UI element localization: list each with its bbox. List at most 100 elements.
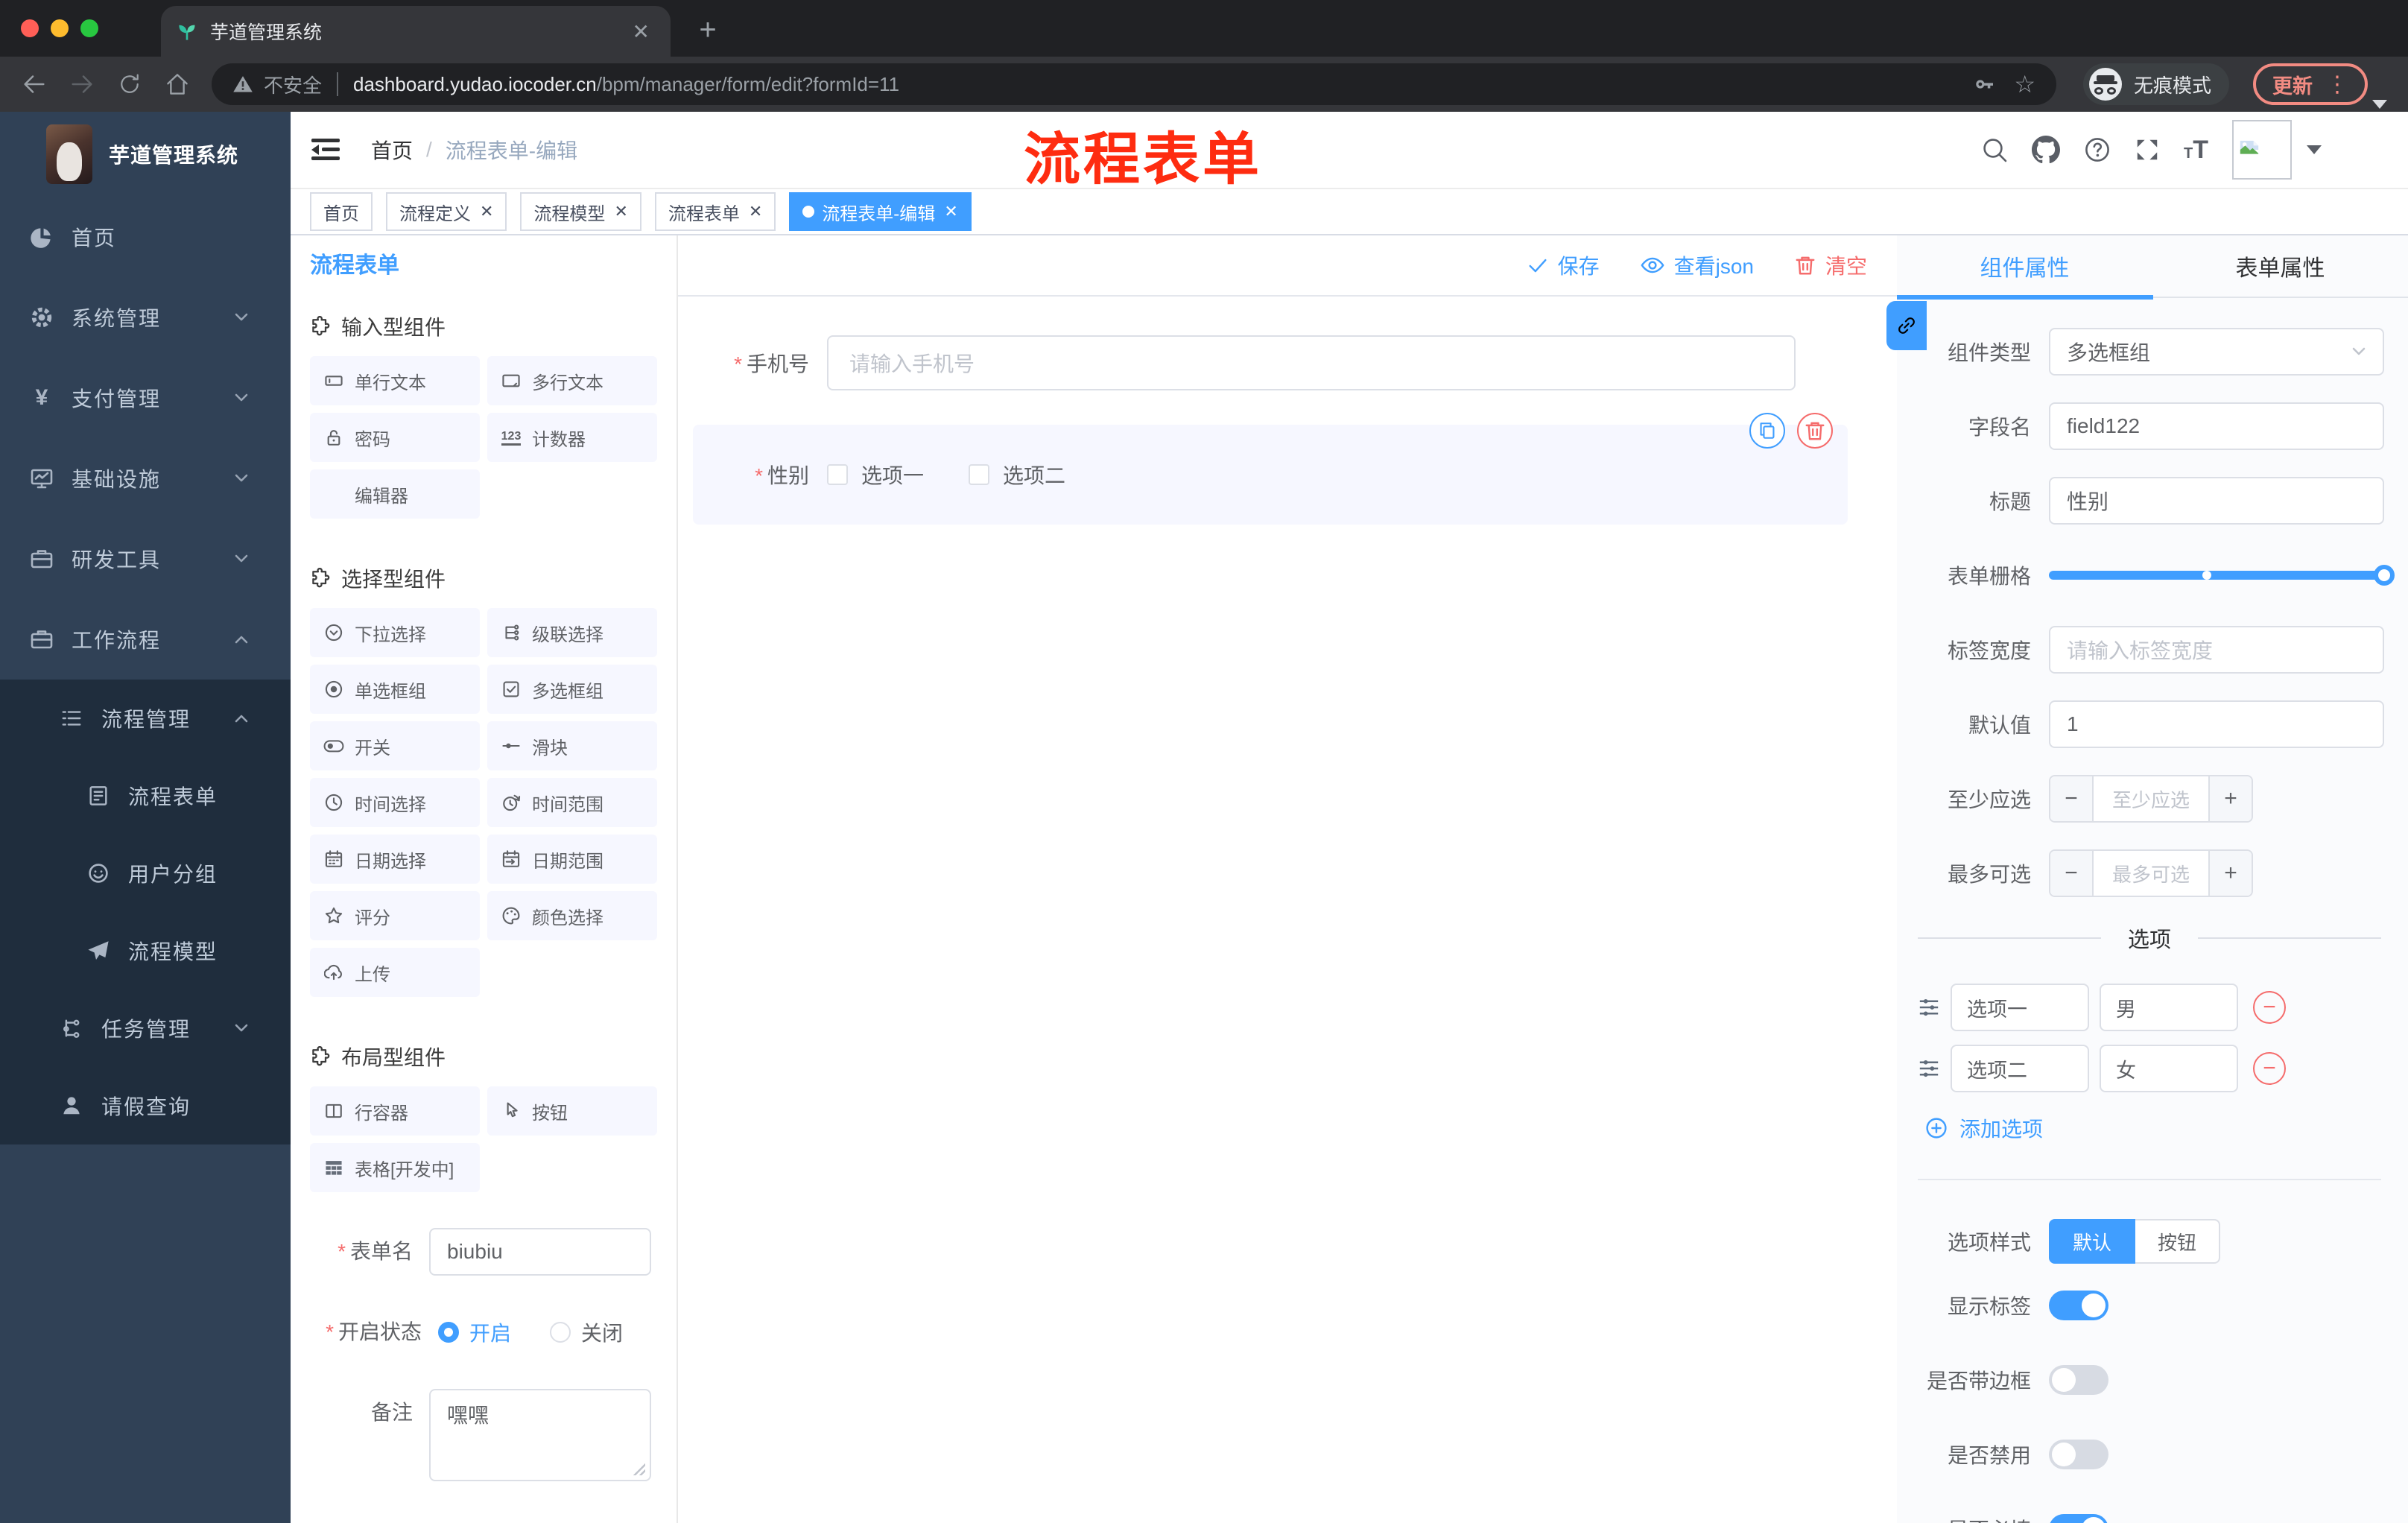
copy-component-button[interactable] [1749,413,1785,449]
tab-close-icon[interactable]: ✕ [627,19,656,44]
status-on-radio[interactable]: 开启 [438,1317,511,1347]
toggle-switch[interactable] [2049,1440,2108,1469]
help-icon[interactable] [2084,136,2111,163]
palette-item[interactable]: 多行文本 [487,356,657,405]
palette-item[interactable]: 按钮 [487,1086,657,1136]
sidebar-item-7[interactable]: 流程管理 [0,680,291,757]
breadcrumb-home[interactable]: 首页 [371,135,413,165]
palette-item[interactable]: 日期范围 [487,835,657,884]
tag-tab-1[interactable]: 首页 [310,192,373,231]
palette-item[interactable]: 时间范围 [487,778,657,827]
gender-field-row-selected[interactable]: 性别 选项一 选项二 [693,413,1848,525]
tag-tab-4[interactable]: 流程表单 ✕ [654,192,776,231]
forward-icon[interactable] [63,65,101,104]
close-window-button[interactable] [21,19,39,37]
sidebar-item-8[interactable]: 流程表单 [0,757,291,835]
sidebar-item-12[interactable]: 请假查询 [0,1067,291,1144]
delete-component-button[interactable] [1797,413,1833,449]
plus-button[interactable]: + [2208,776,2252,821]
sidebar-item-2[interactable]: 系统管理 [0,277,291,358]
palette-item[interactable]: 表格[开发中] [310,1143,480,1192]
form-grid-slider[interactable] [2049,551,2395,599]
palette-item[interactable]: 密码 [310,413,480,462]
home-icon[interactable] [158,65,197,104]
gender-option-1-checkbox[interactable]: 选项一 [827,460,924,490]
style-default-button[interactable]: 默认 [2049,1219,2136,1264]
browser-tab[interactable]: 芋道管理系统 ✕ [161,6,671,57]
component-type-select[interactable]: 多选框组 [2049,328,2384,376]
minimize-window-button[interactable] [51,19,69,37]
remove-option-button[interactable]: − [2253,1052,2286,1085]
new-tab-button[interactable]: + [688,12,727,48]
palette-item[interactable]: 单行文本 [310,356,480,405]
toggle-switch[interactable] [2049,1291,2108,1320]
save-button[interactable]: 保存 [1527,250,1600,280]
user-menu-caret-icon[interactable] [2307,145,2322,154]
plus-button[interactable]: + [2208,851,2252,896]
font-size-icon[interactable]: TT [2184,136,2208,165]
minus-button[interactable]: − [2050,851,2094,896]
option-value-input[interactable]: 男 [2100,984,2238,1031]
palette-item[interactable]: 开关 [310,721,480,770]
style-button-button[interactable]: 按钮 [2135,1219,2221,1264]
toggle-switch[interactable] [2049,1514,2108,1523]
form-name-input[interactable]: biubiu [429,1228,651,1276]
palette-item[interactable]: 单选框组 [310,665,480,714]
add-option-button[interactable]: 添加选项 [1925,1113,2384,1143]
tag-close-icon[interactable]: ✕ [944,202,957,221]
option-value-input[interactable]: 女 [2100,1045,2238,1092]
password-key-icon[interactable] [1972,72,1996,96]
tag-tab-5[interactable]: 流程表单-编辑 ✕ [789,192,972,231]
palette-item[interactable]: 下拉选择 [310,608,480,657]
option-name-input[interactable]: 选项二 [1951,1045,2089,1092]
label-width-input[interactable]: 请输入标签宽度 [2049,626,2384,674]
minus-button[interactable]: − [2050,776,2094,821]
gender-option-2-checkbox[interactable]: 选项二 [969,460,1065,490]
toggle-switch[interactable] [2049,1365,2108,1395]
tag-close-icon[interactable]: ✕ [480,202,493,221]
drag-handle-icon[interactable] [1918,996,1940,1019]
bookmark-star-icon[interactable]: ☆ [2014,70,2035,98]
palette-item[interactable]: 123 计数器 [487,413,657,462]
address-bar[interactable]: 不安全 dashboard.yudao.iocoder.cn /bpm/mana… [212,63,2056,105]
palette-item[interactable]: 编辑器 [310,469,480,519]
clear-button[interactable]: 清空 [1794,250,1867,280]
link-drawer-handle[interactable] [1886,301,1927,350]
phone-input[interactable]: 请输入手机号 [827,335,1796,390]
palette-item[interactable]: 日期选择 [310,835,480,884]
sidebar-item-6[interactable]: 工作流程 [0,599,291,680]
title-input[interactable]: 性别 [2049,477,2384,525]
tab-form-props[interactable]: 表单属性 [2152,235,2408,297]
reload-icon[interactable] [110,65,149,104]
sidebar-logo[interactable]: 芋道管理系统 [0,112,291,197]
form-remark-textarea[interactable]: 嘿嘿 [429,1389,651,1481]
drag-handle-icon[interactable] [1918,1057,1940,1080]
sidebar-toggle-icon[interactable] [311,139,340,161]
github-icon[interactable] [2032,136,2060,164]
resize-handle[interactable] [633,1463,645,1475]
tag-close-icon[interactable]: ✕ [614,202,627,221]
sidebar-item-9[interactable]: 用户分组 [0,835,291,912]
palette-item[interactable]: 上传 [310,948,480,997]
view-json-button[interactable]: 查看json [1640,250,1754,280]
sidebar-item-5[interactable]: 研发工具 [0,519,291,599]
sidebar-item-3[interactable]: ¥ 支付管理 [0,358,291,438]
sidebar-item-1[interactable]: 首页 [0,197,291,277]
sidebar-item-4[interactable]: 基础设施 [0,438,291,519]
palette-item[interactable]: 颜色选择 [487,891,657,940]
toolbar-caret-icon[interactable] [2372,100,2387,109]
field-name-input[interactable]: field122 [2049,402,2384,450]
user-avatar[interactable] [2232,120,2292,180]
palette-item[interactable]: 级联选择 [487,608,657,657]
remove-option-button[interactable]: − [2253,991,2286,1024]
palette-item[interactable]: 行容器 [310,1086,480,1136]
palette-item[interactable]: 滑块 [487,721,657,770]
fullscreen-icon[interactable] [2135,137,2160,162]
phone-field-row[interactable]: 手机号 请输入手机号 [693,335,1796,390]
tag-tab-2[interactable]: 流程定义 ✕ [386,192,507,231]
option-name-input[interactable]: 选项一 [1951,984,2089,1031]
sidebar-item-10[interactable]: 流程模型 [0,912,291,990]
sidebar-item-11[interactable]: 任务管理 [0,990,291,1067]
zoom-window-button[interactable] [80,19,98,37]
default-value-input[interactable]: 1 [2049,700,2384,748]
